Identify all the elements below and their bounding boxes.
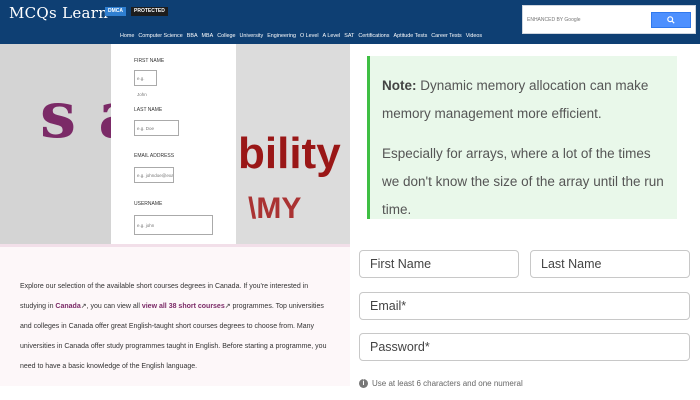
nav-item-computer-science[interactable]: Computer Science bbox=[138, 33, 182, 39]
nav-item-home[interactable]: Home bbox=[120, 33, 134, 39]
nav-item-certifications[interactable]: Certifications bbox=[358, 33, 389, 39]
info-icon: i bbox=[359, 379, 368, 388]
password-hint-text: Use at least 6 characters and one numera… bbox=[372, 379, 523, 388]
form-strip bbox=[111, 44, 236, 244]
email-field[interactable]: Email* bbox=[359, 292, 690, 320]
nav-item-sat[interactable]: SAT bbox=[344, 33, 354, 39]
view-all-courses-link[interactable]: view all 38 short courses bbox=[142, 303, 225, 310]
search-input[interactable] bbox=[527, 13, 645, 26]
nav-item-a-level[interactable]: A Level bbox=[323, 33, 341, 39]
top-header: MCQs Learn DMCA PROTECTED Home Computer … bbox=[0, 0, 700, 44]
email-address-input[interactable]: e.g. johndoe@example.com bbox=[134, 167, 174, 183]
note-line-2: Especially for arrays, where a lot of th… bbox=[382, 146, 664, 217]
search-icon bbox=[667, 16, 675, 24]
nav-item-mba[interactable]: MBA bbox=[202, 33, 214, 39]
first-name-field[interactable]: First Name bbox=[359, 250, 519, 278]
canada-link[interactable]: Canada bbox=[55, 303, 80, 310]
last-name-label: LAST NAME bbox=[134, 107, 163, 113]
first-name-label: FIRST NAME bbox=[134, 58, 165, 64]
search-button[interactable] bbox=[651, 12, 691, 28]
note-box: Note: Dynamic memory allocation can make… bbox=[367, 56, 677, 219]
note-label: Note: bbox=[382, 78, 417, 93]
main-nav: Home Computer Science BBA MBA College Un… bbox=[120, 33, 482, 39]
nav-item-university[interactable]: University bbox=[240, 33, 264, 39]
sample-art-right: bility bbox=[238, 129, 341, 178]
nav-item-videos[interactable]: Videos bbox=[466, 33, 482, 39]
search-box bbox=[522, 5, 696, 34]
password-hint: i Use at least 6 characters and one nume… bbox=[359, 379, 523, 388]
username-input[interactable]: e.g. john bbox=[134, 215, 213, 235]
site-logo[interactable]: MCQs Learn bbox=[9, 4, 108, 22]
first-name-input[interactable]: e.g. John bbox=[134, 70, 157, 97]
courses-text-3: programmes. Top universities and college… bbox=[20, 303, 327, 370]
password-field[interactable]: Password* bbox=[359, 333, 690, 361]
nav-item-o-level[interactable]: O Level bbox=[300, 33, 319, 39]
note-line-1: Note: Dynamic memory allocation can make… bbox=[382, 72, 665, 128]
sample-form-image: s a bility \MY FIRST NAME e.g. John LAST… bbox=[0, 44, 350, 244]
courses-paragraph: Explore our selection of the available s… bbox=[0, 244, 350, 386]
dmca-badge[interactable]: DMCA bbox=[105, 7, 126, 16]
email-address-label: EMAIL ADDRESS bbox=[134, 153, 175, 159]
username-label: USERNAME bbox=[134, 201, 163, 207]
last-name-input[interactable]: e.g. Doe bbox=[134, 120, 179, 136]
nav-item-career-tests[interactable]: Career Tests bbox=[431, 33, 461, 39]
nav-item-bba[interactable]: BBA bbox=[187, 33, 198, 39]
courses-text-2: , you can view all bbox=[86, 303, 142, 310]
nav-item-engineering[interactable]: Engineering bbox=[267, 33, 296, 39]
nav-item-college[interactable]: College bbox=[217, 33, 235, 39]
protected-badge[interactable]: PROTECTED bbox=[131, 7, 168, 16]
nav-item-aptitude-tests[interactable]: Aptitude Tests bbox=[394, 33, 428, 39]
sample-art-right-2: \MY bbox=[248, 192, 302, 225]
last-name-field[interactable]: Last Name bbox=[530, 250, 690, 278]
note-text-1: Dynamic memory allocation can make memor… bbox=[382, 78, 649, 121]
